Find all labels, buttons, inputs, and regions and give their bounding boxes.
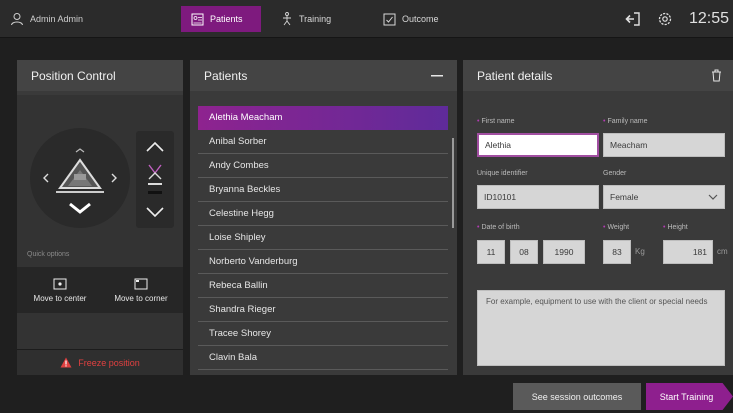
move-to-center-button[interactable]: Move to center bbox=[20, 267, 100, 313]
list-item[interactable]: Shandra Rieger bbox=[198, 298, 448, 322]
patient-name: Andy Combes bbox=[209, 160, 269, 171]
patients-panel: Patients Alethia Meacham Anibal Sorber A… bbox=[190, 60, 457, 375]
unique-id-field[interactable]: ID10101 bbox=[477, 185, 599, 209]
trash-icon[interactable] bbox=[711, 69, 722, 82]
patient-name: Bryanna Beckles bbox=[209, 184, 281, 195]
warning-icon bbox=[60, 357, 72, 368]
position-control-body: Quick options Move to center Move to cor… bbox=[17, 95, 183, 375]
gender-select[interactable]: Female bbox=[603, 185, 725, 209]
center-icon bbox=[53, 278, 67, 290]
tab-training[interactable]: Training bbox=[271, 6, 366, 32]
corner-icon bbox=[134, 278, 148, 290]
arrow-up-icon[interactable] bbox=[146, 141, 164, 152]
see-session-outcomes-button[interactable]: See session outcomes bbox=[513, 383, 641, 410]
outcome-icon bbox=[383, 13, 396, 26]
tab-outcome[interactable]: Outcome bbox=[373, 6, 468, 32]
patient-name: Alethia Meacham bbox=[209, 112, 283, 123]
settings-icon[interactable] bbox=[657, 11, 673, 27]
position-control-panel: Position Control Quick options Move to c… bbox=[17, 60, 183, 375]
weight-field[interactable]: 83 bbox=[603, 240, 631, 264]
patient-name: Loise Shipley bbox=[209, 232, 266, 243]
list-item[interactable]: Loise Shipley bbox=[198, 226, 448, 250]
list-item[interactable]: Anibal Sorber bbox=[198, 130, 448, 154]
weight-unit: Kg bbox=[635, 247, 645, 256]
quick-options-label: Quick options bbox=[27, 251, 70, 258]
dob-day-field[interactable]: 11 bbox=[477, 240, 505, 264]
height-level-icon bbox=[148, 164, 162, 194]
chevron-up-icon[interactable] bbox=[75, 148, 85, 153]
patient-name: Celestine Hegg bbox=[209, 208, 274, 219]
user-menu[interactable]: Admin Admin bbox=[10, 0, 83, 38]
unique-id-label: Unique identifier bbox=[477, 170, 528, 177]
quick-options-bar: Move to center Move to corner bbox=[17, 267, 183, 313]
platform-icon bbox=[56, 158, 104, 193]
dob-year-field[interactable]: 1990 bbox=[543, 240, 585, 264]
move-to-corner-label: Move to corner bbox=[114, 293, 168, 303]
direction-joystick[interactable] bbox=[30, 128, 130, 228]
first-name-field[interactable]: Alethia bbox=[477, 133, 599, 157]
height-control bbox=[136, 131, 174, 228]
list-item[interactable]: Bryanna Beckles bbox=[198, 178, 448, 202]
position-control-header: Position Control bbox=[17, 60, 183, 91]
family-name-label: • Family name bbox=[603, 118, 648, 125]
dob-month-field[interactable]: 08 bbox=[510, 240, 538, 264]
patient-name: Anibal Sorber bbox=[209, 136, 267, 147]
chevron-down-icon[interactable] bbox=[69, 202, 91, 214]
tab-outcome-label: Outcome bbox=[402, 14, 439, 24]
user-name: Admin Admin bbox=[30, 14, 84, 24]
patient-name: Shandra Rieger bbox=[209, 304, 276, 315]
list-item[interactable]: Alethia Meacham bbox=[198, 106, 448, 130]
panel-title: Patients bbox=[204, 68, 248, 83]
logout-icon[interactable] bbox=[625, 11, 641, 27]
list-item[interactable]: Celestine Hegg bbox=[198, 202, 448, 226]
patients-header: Patients bbox=[190, 60, 457, 91]
list-item[interactable]: Rebeca Ballin bbox=[198, 274, 448, 298]
panel-title: Patient details bbox=[477, 68, 553, 83]
list-item[interactable]: Clavin Bala bbox=[198, 346, 448, 370]
patient-name: Norberto Vanderburg bbox=[209, 256, 298, 267]
clock: 12:55 bbox=[688, 10, 729, 27]
freeze-position-label: Freeze position bbox=[78, 357, 140, 368]
move-to-corner-button[interactable]: Move to corner bbox=[101, 267, 181, 313]
chevron-right-icon[interactable] bbox=[111, 173, 117, 183]
minimize-icon[interactable] bbox=[431, 74, 443, 78]
patient-list: Alethia Meacham Anibal Sorber Andy Combe… bbox=[198, 106, 448, 370]
arrow-down-icon[interactable] bbox=[146, 207, 164, 218]
height-field[interactable]: 181 bbox=[663, 240, 713, 264]
panel-title: Position Control bbox=[31, 68, 116, 83]
freeze-position-button[interactable]: Freeze position bbox=[17, 349, 183, 375]
patient-name: Tracee Shorey bbox=[209, 328, 271, 339]
patient-name: Rebeca Ballin bbox=[209, 280, 268, 291]
height-label: • Height bbox=[663, 224, 688, 231]
training-icon bbox=[281, 12, 293, 26]
top-right-controls: 12:55 bbox=[625, 0, 729, 38]
tab-patients-label: Patients bbox=[210, 14, 243, 24]
tab-patients[interactable]: Patients bbox=[181, 6, 261, 32]
patients-icon bbox=[191, 13, 204, 26]
list-item[interactable]: Andy Combes bbox=[198, 154, 448, 178]
notes-textarea[interactable]: For example, equipment to use with the c… bbox=[477, 290, 725, 366]
gender-value: Female bbox=[610, 192, 639, 202]
move-to-center-label: Move to center bbox=[33, 293, 87, 303]
top-bar: Admin Admin Patients Training Outcome 12… bbox=[0, 0, 733, 38]
gender-label: Gender bbox=[603, 170, 627, 177]
patient-details-panel: Patient details • First name Alethia • Fam… bbox=[463, 60, 733, 375]
patient-name: Clavin Bala bbox=[209, 352, 258, 363]
tab-training-label: Training bbox=[299, 14, 332, 24]
first-name-label: • First name bbox=[477, 118, 515, 125]
chevron-down-icon bbox=[708, 194, 718, 200]
chevron-left-icon[interactable] bbox=[43, 173, 49, 183]
patient-details-header: Patient details bbox=[463, 60, 733, 91]
user-icon bbox=[10, 12, 24, 26]
weight-label: • Weight bbox=[603, 224, 630, 231]
dob-label: • Date of birth bbox=[477, 224, 520, 231]
list-item[interactable]: Tracee Shorey bbox=[198, 322, 448, 346]
list-item[interactable]: Norberto Vanderburg bbox=[198, 250, 448, 274]
scrollbar[interactable] bbox=[452, 138, 454, 228]
start-training-button[interactable]: Start Training bbox=[646, 383, 733, 410]
height-unit: cm bbox=[717, 247, 728, 256]
family-name-field[interactable]: Meacham bbox=[603, 133, 725, 157]
